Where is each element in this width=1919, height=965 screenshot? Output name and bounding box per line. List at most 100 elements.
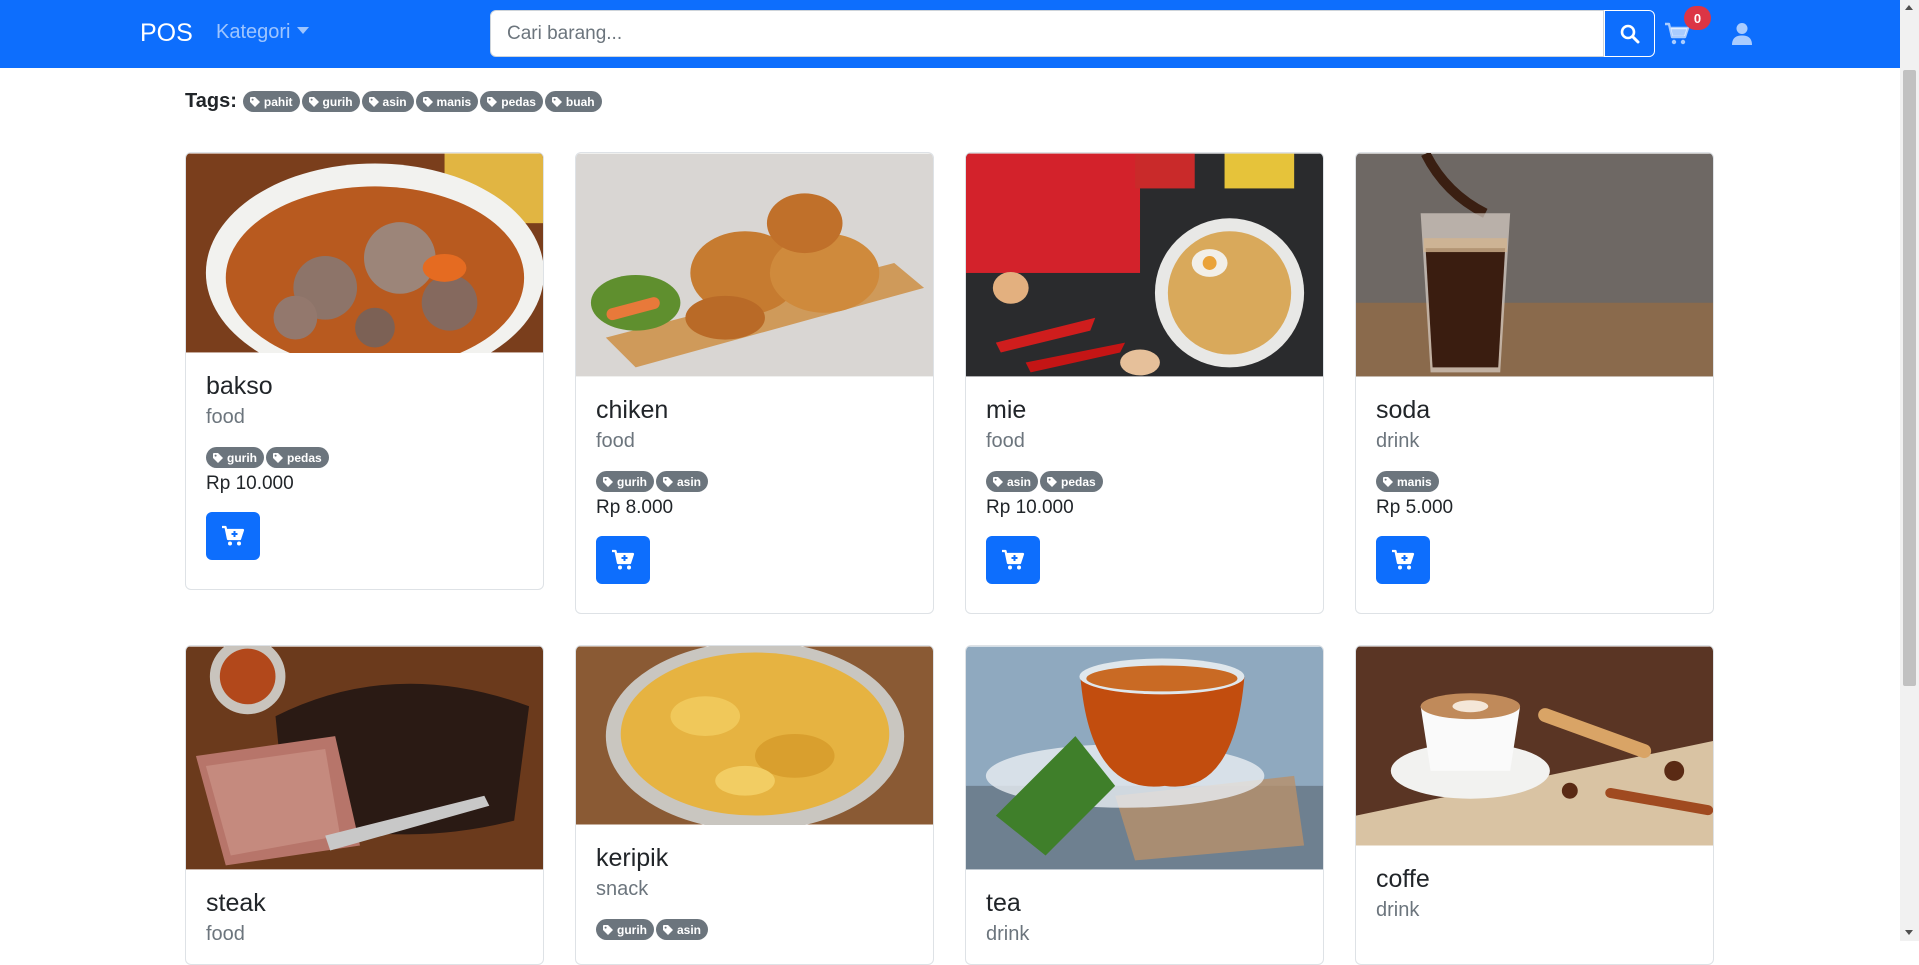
tag-icon [213, 452, 223, 463]
tag-icon [368, 96, 379, 107]
product-category: food [596, 430, 635, 452]
tag-pahit[interactable]: pahit [242, 91, 300, 112]
product-name: steak [206, 889, 266, 917]
caret-down-icon [296, 27, 309, 34]
product-image [966, 153, 1323, 377]
tag-icon [249, 96, 260, 107]
product-tag: asin [656, 471, 709, 492]
tag-label: manis [436, 94, 472, 109]
search-button[interactable] [1604, 10, 1655, 57]
cart-plus-icon [1392, 549, 1415, 570]
card-body: steak food [186, 889, 543, 946]
product-image [186, 646, 543, 870]
product-category: snack [596, 878, 649, 900]
search-form [490, 10, 1655, 57]
tag-label: buah [565, 94, 595, 109]
kategori-dropdown[interactable]: Kategori [216, 21, 309, 44]
product-card-steak: steak food [185, 645, 544, 965]
product-card-tea: tea drink [965, 645, 1324, 965]
product-tags: manis [1376, 471, 1693, 492]
user-button[interactable] [1731, 22, 1753, 46]
card-body: mie food asin pedas Rp 10.000 [966, 396, 1323, 584]
product-category: drink [1376, 899, 1420, 921]
tags-filter: Tags: pahit gurih asin manis pedas buah [185, 90, 604, 113]
product-category: food [206, 923, 245, 945]
tag-asin[interactable]: asin [361, 91, 414, 112]
product-category: drink [1376, 430, 1420, 452]
tag-label: gurih [322, 94, 353, 109]
product-price: Rp 10.000 [986, 497, 1074, 518]
tag-label: asin [677, 474, 702, 489]
tag-label: pahit [263, 94, 293, 109]
product-name: bakso [206, 372, 273, 400]
cart-plus-icon [1002, 549, 1025, 570]
product-image [966, 646, 1323, 870]
tag-label: pedas [1061, 474, 1096, 489]
product-tag: gurih [206, 447, 264, 468]
kategori-label: Kategori [216, 21, 291, 43]
add-to-cart-button[interactable] [986, 536, 1040, 584]
user-icon [1732, 23, 1752, 45]
tag-icon [487, 96, 498, 107]
product-image [1356, 153, 1713, 377]
tag-gurih[interactable]: gurih [301, 91, 360, 112]
product-tag: pedas [266, 447, 329, 468]
product-tags: gurih pedas [206, 447, 523, 468]
card-body: coffe drink [1356, 865, 1713, 922]
product-card-soda: soda drink manis Rp 5.000 [1355, 152, 1714, 614]
tag-buah[interactable]: buah [544, 91, 602, 112]
tag-icon [422, 96, 433, 107]
tag-label: gurih [227, 450, 257, 465]
tag-label: manis [1397, 474, 1432, 489]
scroll-up-icon[interactable] [1905, 5, 1913, 10]
tag-label: gurih [617, 474, 647, 489]
product-name: chiken [596, 396, 669, 424]
scroll-down-icon[interactable] [1905, 930, 1913, 935]
product-image [186, 153, 543, 353]
tag-icon [273, 452, 283, 463]
product-name: mie [986, 396, 1027, 424]
add-to-cart-button[interactable] [206, 512, 260, 560]
product-tags: gurih asin [596, 919, 913, 940]
tag-label: pedas [501, 94, 536, 109]
card-body: keripik snack gurih asin [576, 844, 933, 940]
product-tags: gurih asin [596, 471, 913, 492]
add-to-cart-button[interactable] [1376, 536, 1430, 584]
card-body: soda drink manis Rp 5.000 [1356, 396, 1713, 584]
cart-plus-icon [612, 549, 635, 570]
product-card-mie: mie food asin pedas Rp 10.000 [965, 152, 1324, 614]
product-name: coffe [1376, 865, 1430, 893]
page-scrollbar[interactable] [1900, 0, 1919, 941]
product-price: Rp 5.000 [1376, 497, 1454, 518]
brand-logo[interactable]: POS [140, 19, 193, 48]
card-body: tea drink [966, 889, 1323, 946]
add-to-cart-button[interactable] [596, 536, 650, 584]
tag-manis[interactable]: manis [415, 91, 479, 112]
product-name: soda [1376, 396, 1431, 424]
product-name: tea [986, 889, 1021, 917]
tag-icon [993, 476, 1003, 487]
tag-icon [663, 924, 673, 935]
search-input[interactable] [490, 10, 1604, 57]
tag-icon [603, 476, 613, 487]
cart-plus-icon [222, 525, 245, 546]
card-body: bakso food gurih pedas Rp 10.000 [186, 372, 543, 560]
product-category: food [206, 406, 245, 428]
tag-icon [308, 96, 319, 107]
scroll-thumb[interactable] [1903, 70, 1916, 686]
product-image [1356, 646, 1713, 846]
product-tag: gurih [596, 471, 654, 492]
tag-pedas[interactable]: pedas [480, 91, 543, 112]
product-card-keripik: keripik snack gurih asin [575, 645, 934, 965]
tag-icon [1047, 476, 1058, 487]
tag-label: asin [1007, 474, 1032, 489]
tag-label: gurih [617, 922, 647, 937]
tag-icon [663, 476, 673, 487]
product-card-bakso: bakso food gurih pedas Rp 10.000 [185, 152, 544, 590]
navbar: POS Kategori 0 [0, 0, 1900, 68]
tag-icon [603, 924, 613, 935]
tag-label: pedas [287, 450, 322, 465]
product-price: Rp 10.000 [206, 473, 294, 494]
product-image [576, 153, 933, 377]
product-tags: asin pedas [986, 471, 1303, 492]
